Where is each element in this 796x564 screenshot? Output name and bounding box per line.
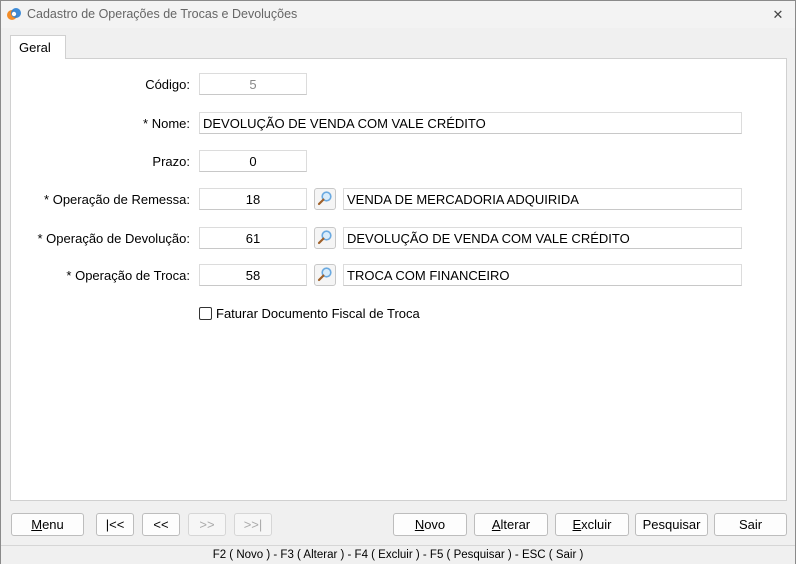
nome-field[interactable]: DEVOLUÇÃO DE VENDA COM VALE CRÉDITO — [199, 112, 742, 134]
remessa-code-field[interactable]: 18 — [199, 188, 307, 210]
devolucao-description-field: DEVOLUÇÃO DE VENDA COM VALE CRÉDITO — [343, 227, 742, 249]
codigo-label: Código: — [145, 77, 190, 92]
app-logo-icon — [6, 6, 22, 22]
title-bar: Cadastro de Operações de Trocas e Devolu… — [1, 1, 795, 28]
next-record-button[interactable]: >> — [188, 513, 226, 536]
novo-button[interactable]: Novo — [393, 513, 467, 536]
troca-lookup-button[interactable] — [314, 264, 336, 286]
prev-record-button[interactable]: << — [142, 513, 180, 536]
excluir-button[interactable]: Excluir — [555, 513, 629, 536]
first-record-button[interactable]: |<< — [96, 513, 134, 536]
troca-label: * Operação de Troca: — [66, 268, 190, 283]
troca-description-field: TROCA COM FINANCEIRO — [343, 264, 742, 286]
remessa-lookup-button[interactable] — [314, 188, 336, 210]
troca-code-field[interactable]: 58 — [199, 264, 307, 286]
magnifier-icon — [317, 266, 333, 285]
last-record-button[interactable]: >>| — [234, 513, 272, 536]
faturar-checkbox[interactable] — [199, 307, 212, 320]
nome-label: * Nome: — [143, 116, 190, 131]
prazo-label: Prazo: — [152, 154, 190, 169]
magnifier-icon — [317, 190, 333, 209]
faturar-checkbox-label[interactable]: Faturar Documento Fiscal de Troca — [216, 306, 420, 321]
codigo-field: 5 — [199, 73, 307, 95]
devolucao-code-field[interactable]: 61 — [199, 227, 307, 249]
remessa-description-field: VENDA DE MERCADORIA ADQUIRIDA — [343, 188, 742, 210]
tab-geral[interactable]: Geral — [10, 35, 66, 59]
devolucao-lookup-button[interactable] — [314, 227, 336, 249]
window-title: Cadastro de Operações de Trocas e Devolu… — [27, 7, 298, 21]
magnifier-icon — [317, 229, 333, 248]
remessa-label: * Operação de Remessa: — [44, 192, 190, 207]
sair-button[interactable]: Sair — [714, 513, 787, 536]
menu-button[interactable]: Menu — [11, 513, 84, 536]
app-window: Cadastro de Operações de Trocas e Devolu… — [0, 0, 796, 564]
alterar-button[interactable]: Alterar — [474, 513, 548, 536]
devolucao-label: * Operação de Devolução: — [37, 231, 190, 246]
pesquisar-button[interactable]: Pesquisar — [635, 513, 708, 536]
close-icon[interactable]: ✕ — [761, 1, 795, 28]
shortcut-status-bar: F2 ( Novo ) - F3 ( Alterar ) - F4 ( Excl… — [1, 545, 795, 564]
prazo-field[interactable]: 0 — [199, 150, 307, 172]
